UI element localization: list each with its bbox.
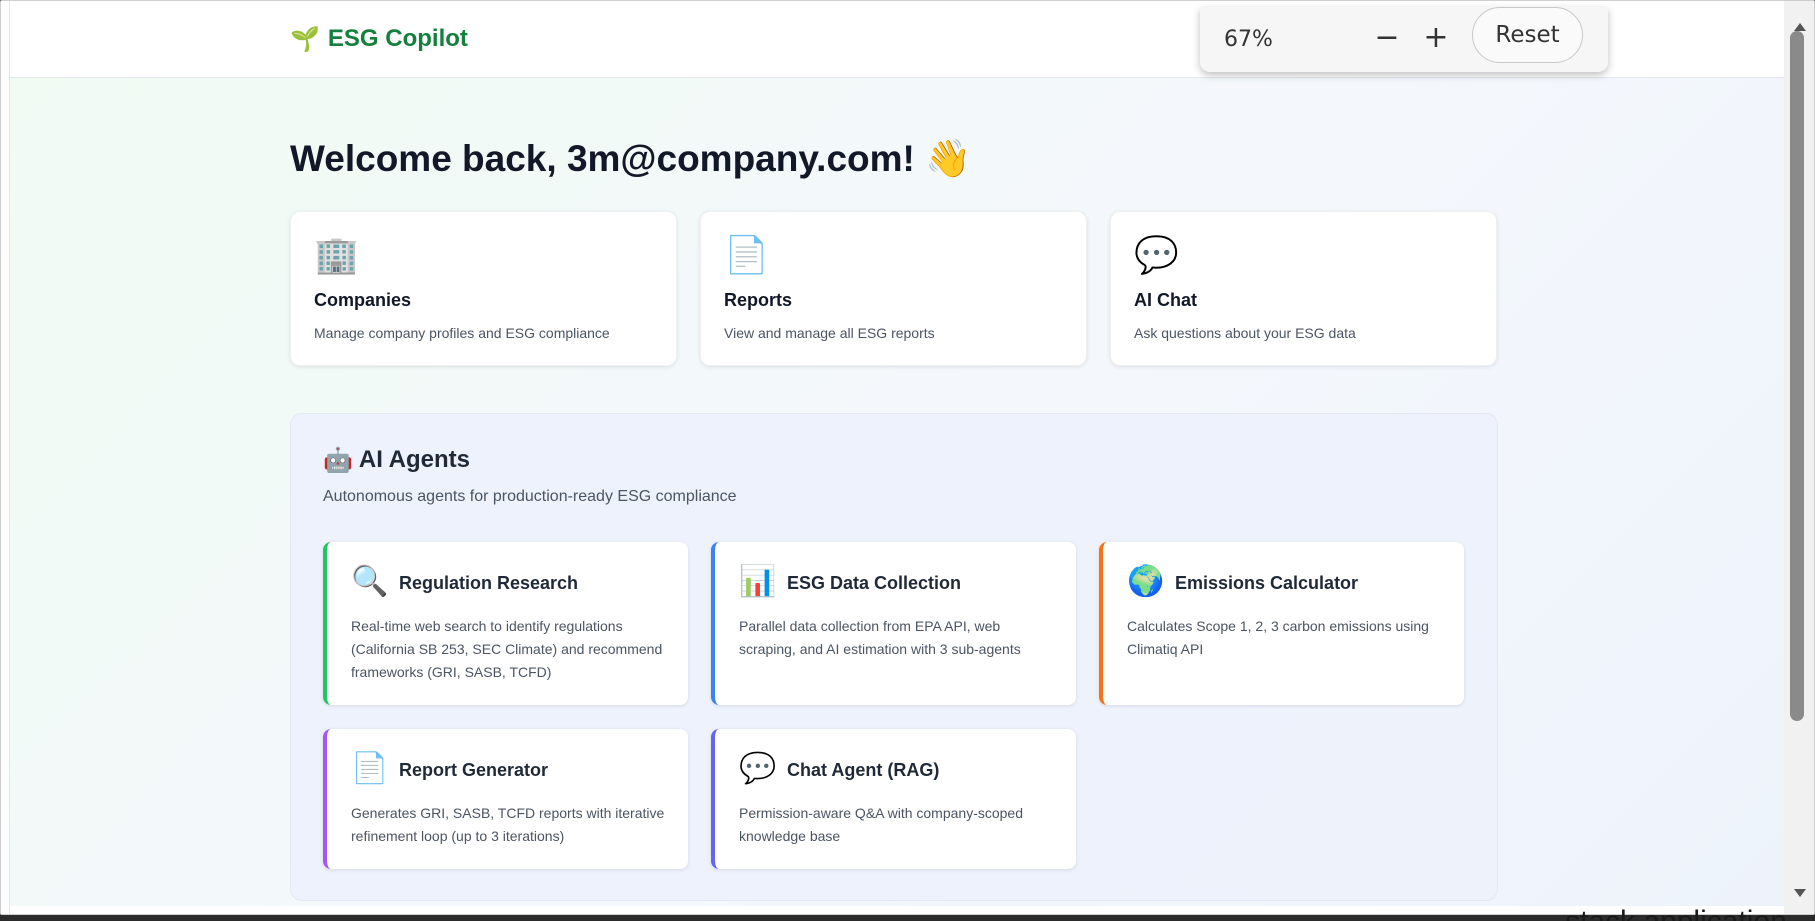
browser-window: 🌱 ESG Copilot Welcome back, 3m@company.c…: [0, 0, 1815, 915]
agent-title: Chat Agent (RAG): [787, 760, 940, 780]
scroll-up-arrow-icon[interactable]: [1794, 23, 1806, 31]
section-title-text: AI Agents: [358, 446, 471, 473]
globe-icon: 🌍: [1127, 564, 1165, 599]
brand-name: ESG Copilot: [327, 25, 468, 52]
zoom-in-button[interactable]: +: [1418, 19, 1454, 55]
agent-title: Regulation Research: [399, 573, 579, 593]
agent-description: Calculates Scope 1, 2, 3 carbon emission…: [1127, 618, 1429, 657]
reports-card[interactable]: 📄 Reports View and manage all ESG report…: [700, 211, 1087, 366]
ai-agents-section: 🤖 AI Agents Autonomous agents for produc…: [290, 413, 1498, 901]
card-description: Manage company profiles and ESG complian…: [314, 325, 610, 341]
zoom-out-button[interactable]: −: [1369, 19, 1405, 55]
welcome-heading: Welcome back, 3m@company.com! 👋: [290, 137, 971, 181]
scroll-down-arrow-icon[interactable]: [1794, 889, 1806, 897]
background-desktop: [0, 915, 1815, 921]
magnifier-icon: 🔍: [351, 564, 389, 599]
chat-bubble-icon: 💬: [1134, 235, 1179, 276]
robot-icon: 🤖: [323, 446, 353, 474]
agent-title: Emissions Calculator: [1175, 573, 1359, 593]
card-title: Reports: [724, 290, 793, 310]
page-content: 🌱 ESG Copilot Welcome back, 3m@company.c…: [10, 1, 1784, 906]
card-description: View and manage all ESG reports: [724, 325, 935, 341]
waving-hand-icon: 👋: [925, 137, 972, 180]
document-icon: 📄: [351, 751, 389, 786]
section-subtitle: Autonomous agents for production-ready E…: [323, 488, 737, 505]
vertical-scrollbar[interactable]: [1784, 1, 1814, 914]
card-title: AI Chat: [1134, 290, 1197, 310]
seedling-icon: 🌱: [290, 25, 320, 53]
brand-logo[interactable]: 🌱 ESG Copilot: [290, 25, 468, 53]
zoom-reset-button[interactable]: Reset: [1472, 7, 1583, 63]
document-icon: 📄: [724, 235, 769, 276]
bar-chart-icon: 📊: [739, 564, 777, 599]
welcome-text: Welcome back, 3m@company.com!: [290, 138, 915, 179]
chat-bubble-icon: 💬: [739, 751, 777, 786]
agent-description: Permission-aware Q&A with company-scoped…: [739, 805, 1024, 844]
scrollbar-thumb[interactable]: [1790, 31, 1804, 721]
window-left-edge: [1, 1, 10, 914]
companies-card[interactable]: 🏢 Companies Manage company profiles and …: [290, 211, 677, 366]
zoom-popup: 67% − + Reset: [1200, 7, 1608, 72]
building-icon: 🏢: [314, 235, 359, 276]
zoom-level: 67%: [1224, 27, 1273, 52]
agent-description: Real-time web search to identify regulat…: [351, 618, 663, 680]
agent-card-emissions-calculator[interactable]: 🌍 Emissions Calculator Calculates Scope …: [1099, 542, 1464, 705]
section-title: 🤖 AI Agents: [323, 446, 470, 474]
card-description: Ask questions about your ESG data: [1134, 325, 1356, 341]
agent-card-regulation-research[interactable]: 🔍 Regulation Research Real-time web sear…: [323, 542, 688, 705]
agent-card-esg-data-collection[interactable]: 📊 ESG Data Collection Parallel data coll…: [711, 542, 1076, 705]
ai-chat-card[interactable]: 💬 AI Chat Ask questions about your ESG d…: [1110, 211, 1497, 366]
agent-card-chat-agent[interactable]: 💬 Chat Agent (RAG) Permission-aware Q&A …: [711, 729, 1076, 869]
agent-description: Parallel data collection from EPA API, w…: [739, 618, 1021, 657]
agent-title: ESG Data Collection: [787, 573, 962, 593]
agent-description: Generates GRI, SASB, TCFD reports with i…: [351, 805, 665, 844]
agent-title: Report Generator: [399, 760, 549, 780]
agent-card-report-generator[interactable]: 📄 Report Generator Generates GRI, SASB, …: [323, 729, 688, 869]
background-window-text: stack application: [1565, 905, 1787, 921]
card-title: Companies: [314, 290, 412, 310]
